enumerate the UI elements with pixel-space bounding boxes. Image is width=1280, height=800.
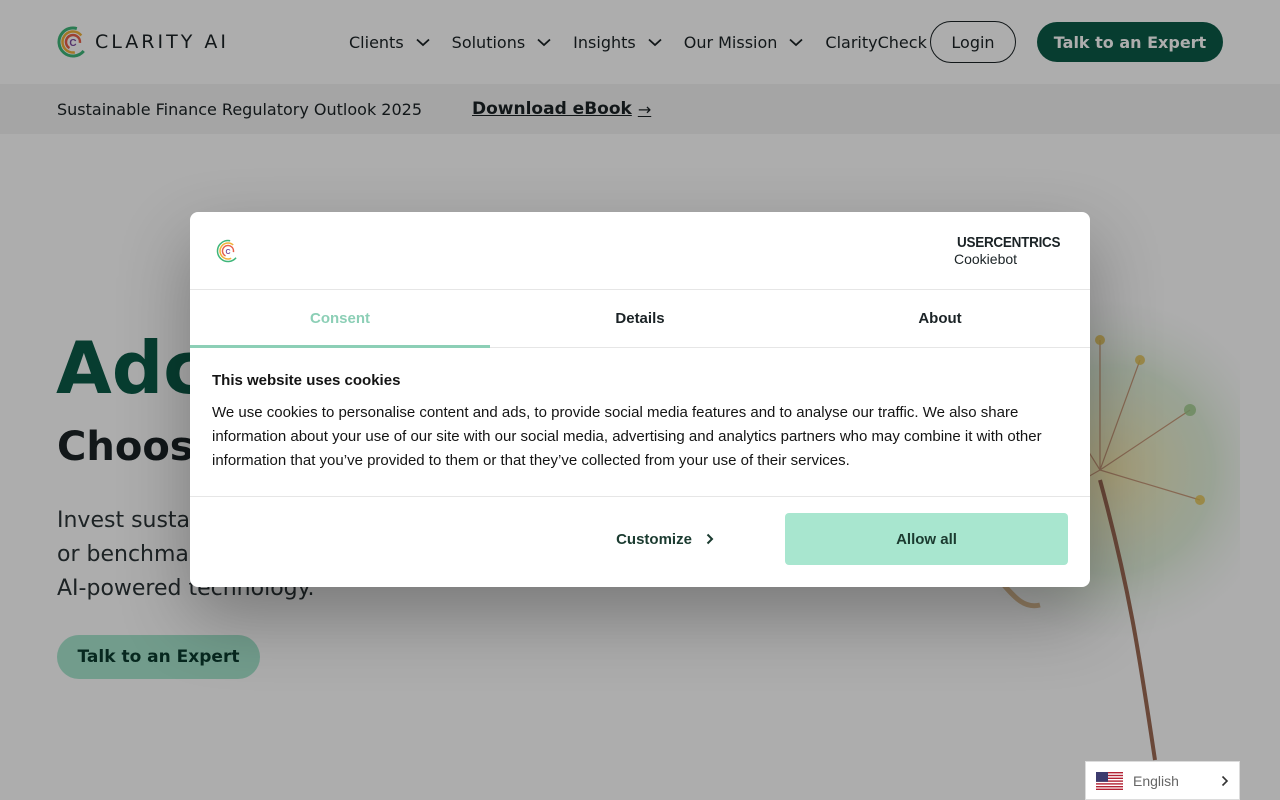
tab-about[interactable]: About — [790, 290, 1090, 347]
customize-label: Customize — [616, 530, 692, 548]
dialog-body: This website uses cookies We use cookies… — [212, 372, 1072, 473]
chevron-right-icon — [1221, 775, 1229, 787]
cookiebot-label: Cookiebot — [954, 251, 1018, 267]
chevron-right-icon — [706, 533, 714, 545]
cookie-consent-dialog: C USERCENTRICS Cookiebot Consent Details… — [190, 212, 1090, 587]
dialog-text: We use cookies to personalise content an… — [212, 404, 1042, 469]
language-label: English — [1133, 772, 1179, 789]
dialog-footer: Customize Allow all — [190, 496, 1090, 587]
tab-consent[interactable]: Consent — [190, 290, 490, 348]
usercentrics-label: USERCENTRICS — [957, 234, 1061, 251]
tab-details[interactable]: Details — [490, 290, 790, 347]
language-selector[interactable]: English — [1085, 761, 1240, 800]
dialog-header: C USERCENTRICS Cookiebot — [190, 212, 1090, 290]
clarity-logo-icon: C — [216, 239, 240, 263]
us-flag-icon — [1096, 771, 1123, 790]
dialog-title: This website uses cookies — [212, 372, 401, 389]
dialog-tabs: Consent Details About — [190, 290, 1090, 348]
allow-all-button[interactable]: Allow all — [785, 513, 1068, 565]
customize-button[interactable]: Customize — [560, 513, 770, 565]
usercentrics-cookiebot-logo[interactable]: USERCENTRICS Cookiebot — [954, 234, 1070, 267]
svg-text:C: C — [225, 249, 230, 256]
